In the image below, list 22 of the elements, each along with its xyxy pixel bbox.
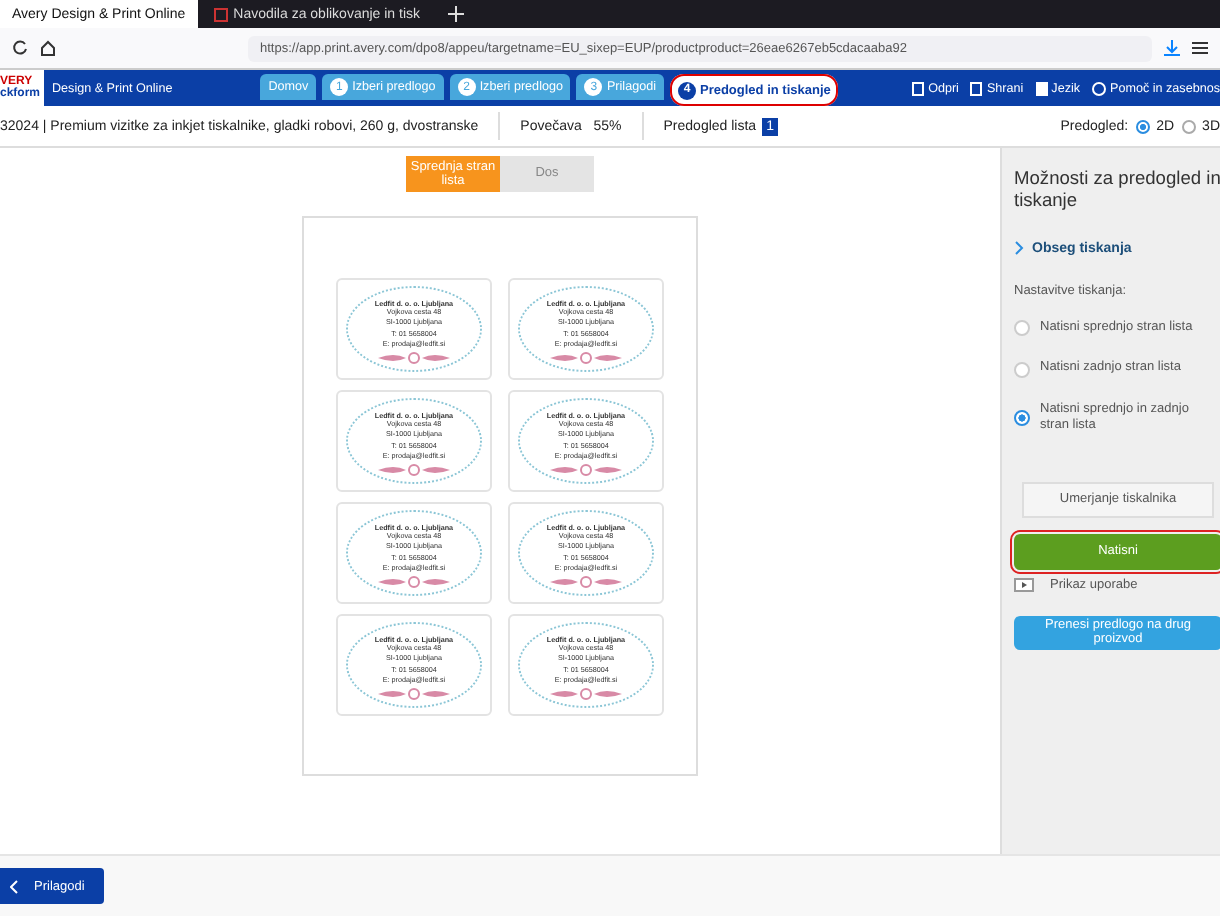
home-icon[interactable] xyxy=(40,40,56,56)
flourish-ornament-icon xyxy=(546,463,626,475)
panel-title: Možnosti za predogled in tiskanje xyxy=(1014,168,1220,213)
menu-icon[interactable] xyxy=(1192,40,1208,56)
reload-icon[interactable] xyxy=(12,40,28,56)
flourish-ornament-icon xyxy=(546,687,626,699)
chevron-icon xyxy=(1014,240,1024,257)
chevron-left-icon xyxy=(10,879,18,893)
flourish-ornament-icon xyxy=(374,463,454,475)
play-icon[interactable] xyxy=(1014,577,1034,592)
radio-button[interactable] xyxy=(1014,361,1030,377)
flourish-ornament-icon xyxy=(546,351,626,363)
radio-button[interactable] xyxy=(1014,320,1030,337)
download-icon[interactable] xyxy=(1164,40,1180,56)
radio-button[interactable] xyxy=(1136,119,1151,133)
flourish-ornament-icon xyxy=(546,575,626,587)
flourish-ornament-icon xyxy=(374,575,454,587)
flourish-ornament-icon xyxy=(374,351,454,363)
flourish-ornament-icon xyxy=(374,687,454,699)
radio-button[interactable] xyxy=(1182,119,1197,133)
new-tab-icon[interactable] xyxy=(448,6,465,22)
radio-button[interactable] xyxy=(1014,409,1030,426)
